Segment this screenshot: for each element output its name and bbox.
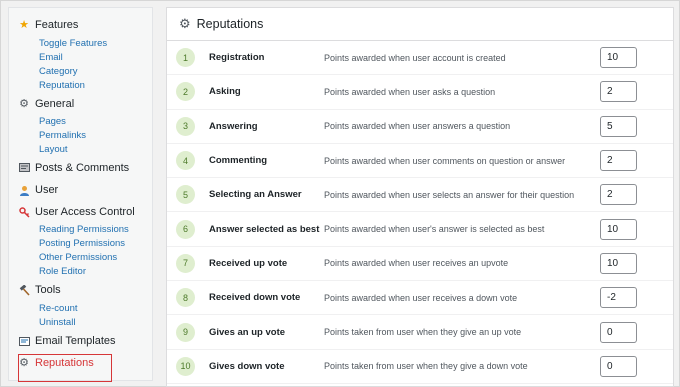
sidebar-section-user[interactable]: User (18, 184, 58, 196)
sidebar-item-recount[interactable]: Re-count (39, 303, 78, 314)
window-frame: ★ Features Toggle Features Email Categor… (0, 0, 680, 387)
row-number-badge: 1 (176, 48, 195, 68)
sidebar-section-label: Posts & Comments (35, 162, 130, 174)
row-label: Asking (209, 86, 241, 98)
row-number-badge: 7 (176, 253, 195, 273)
email-template-icon (18, 335, 30, 347)
row-label: Gives down vote (209, 360, 285, 372)
sidebar-section-label: Email Templates (35, 335, 116, 347)
points-input[interactable]: 0 (600, 321, 637, 343)
row-description: Points awarded when user receives an upv… (324, 258, 509, 269)
table-row: 9 Gives an up vote Points taken from use… (167, 315, 673, 350)
sidebar-item-reputation[interactable]: Reputation (39, 80, 85, 91)
table-row: 4 Commenting Points awarded when user co… (167, 144, 673, 179)
sidebar-item-category[interactable]: Category (39, 66, 78, 77)
row-description: Points awarded when user answers a quest… (324, 121, 511, 132)
gear-icon: ⚙ (19, 356, 29, 369)
row-number-badge: 10 (176, 356, 195, 376)
table-row: 2 Asking Points awarded when user asks a… (167, 75, 673, 110)
star-icon: ★ (19, 18, 29, 31)
row-label: Selecting an Answer (209, 189, 302, 201)
row-label: Registration (209, 52, 265, 64)
row-description: Points awarded when user asks a question (324, 86, 496, 97)
table-row: 5 Selecting an Answer Points awarded whe… (167, 178, 673, 213)
settings-sidebar: ★ Features Toggle Features Email Categor… (8, 7, 153, 382)
gear-icon: ⚙ (179, 16, 191, 31)
row-description: Points awarded when user account is crea… (324, 52, 506, 63)
sidebar-item-role-editor[interactable]: Role Editor (39, 266, 86, 277)
sidebar-section-email-templates[interactable]: Email Templates (18, 335, 116, 347)
row-description: Points awarded when user receives a down… (324, 292, 518, 303)
table-row: 6 Answer selected as best Points awarded… (167, 212, 673, 247)
sidebar-section-general[interactable]: ⚙ General (18, 98, 74, 110)
table-row: 10 Gives down vote Points taken from use… (167, 350, 673, 384)
row-number-badge: 4 (176, 151, 195, 171)
points-input[interactable]: 2 (600, 150, 637, 172)
points-input[interactable]: 10 (600, 47, 637, 69)
table-row: 3 Answering Points awarded when user ans… (167, 110, 673, 144)
row-label: Received up vote (209, 257, 288, 269)
hammer-icon (18, 284, 30, 296)
sidebar-section-label: General (35, 98, 75, 110)
points-input[interactable]: -2 (600, 287, 637, 309)
sidebar-section-label: Tools (35, 284, 61, 296)
sidebar-section-features[interactable]: ★ Features (18, 19, 78, 31)
points-input[interactable]: 0 (600, 355, 637, 377)
user-icon (18, 184, 30, 196)
row-description: Points awarded when user selects an answ… (324, 189, 575, 200)
row-number-badge: 9 (176, 322, 195, 342)
sidebar-item-pages[interactable]: Pages (39, 116, 66, 127)
sidebar-item-permalinks[interactable]: Permalinks (39, 130, 86, 141)
sidebar-section-label: User (35, 184, 59, 196)
gear-icon: ⚙ (19, 97, 29, 110)
sidebar-section-label: User Access Control (35, 206, 135, 218)
row-label: Answering (209, 120, 258, 132)
row-description: Points awarded when user's answer is sel… (324, 224, 545, 235)
sidebar-section-posts-comments[interactable]: Posts & Comments (18, 162, 129, 174)
points-input[interactable]: 5 (600, 115, 637, 137)
table-row: 8 Received down vote Points awarded when… (167, 281, 673, 316)
row-number-badge: 8 (176, 288, 195, 308)
sidebar-item-posting-permissions[interactable]: Posting Permissions (39, 238, 125, 249)
row-number-badge: 2 (176, 82, 195, 102)
points-input[interactable]: 10 (600, 252, 637, 274)
sidebar-section-user-access-control[interactable]: User Access Control (18, 206, 135, 218)
row-number-badge: 5 (176, 185, 195, 205)
row-label: Commenting (209, 155, 268, 167)
sidebar-item-layout[interactable]: Layout (39, 144, 68, 155)
row-label: Gives an up vote (209, 326, 286, 338)
row-description: Points awarded when user comments on que… (324, 155, 566, 166)
sidebar-item-email[interactable]: Email (39, 52, 63, 63)
sidebar-item-toggle-features[interactable]: Toggle Features (39, 38, 107, 49)
panel-header: ⚙ Reputations (167, 8, 673, 41)
points-input[interactable]: 2 (600, 184, 637, 206)
row-description: Points taken from user when they give a … (324, 361, 528, 372)
reputation-rows: 1 Registration Points awarded when user … (167, 41, 673, 384)
row-number-badge: 6 (176, 219, 195, 239)
points-input[interactable]: 2 (600, 81, 637, 103)
sidebar-item-reading-permissions[interactable]: Reading Permissions (39, 224, 129, 235)
sidebar-item-other-permissions[interactable]: Other Permissions (39, 252, 117, 263)
row-number-badge: 3 (176, 116, 195, 136)
row-description: Points taken from user when they give an… (324, 327, 522, 338)
reputations-panel: ⚙ Reputations 1 Registration Points awar… (166, 7, 674, 387)
sidebar-section-label: Features (35, 19, 79, 31)
row-label: Answer selected as best (209, 223, 320, 235)
sidebar-section-tools[interactable]: Tools (18, 284, 61, 296)
key-icon (18, 206, 30, 218)
sidebar-item-uninstall[interactable]: Uninstall (39, 317, 75, 328)
sidebar-section-reputations[interactable]: ⚙ Reputations (18, 357, 94, 369)
posts-icon (18, 162, 30, 174)
panel-title: Reputations (196, 17, 264, 31)
table-row: 7 Received up vote Points awarded when u… (167, 247, 673, 282)
sidebar-section-label: Reputations (35, 357, 94, 369)
row-label: Received down vote (209, 292, 301, 304)
table-row: 1 Registration Points awarded when user … (167, 41, 673, 76)
points-input[interactable]: 10 (600, 218, 637, 240)
